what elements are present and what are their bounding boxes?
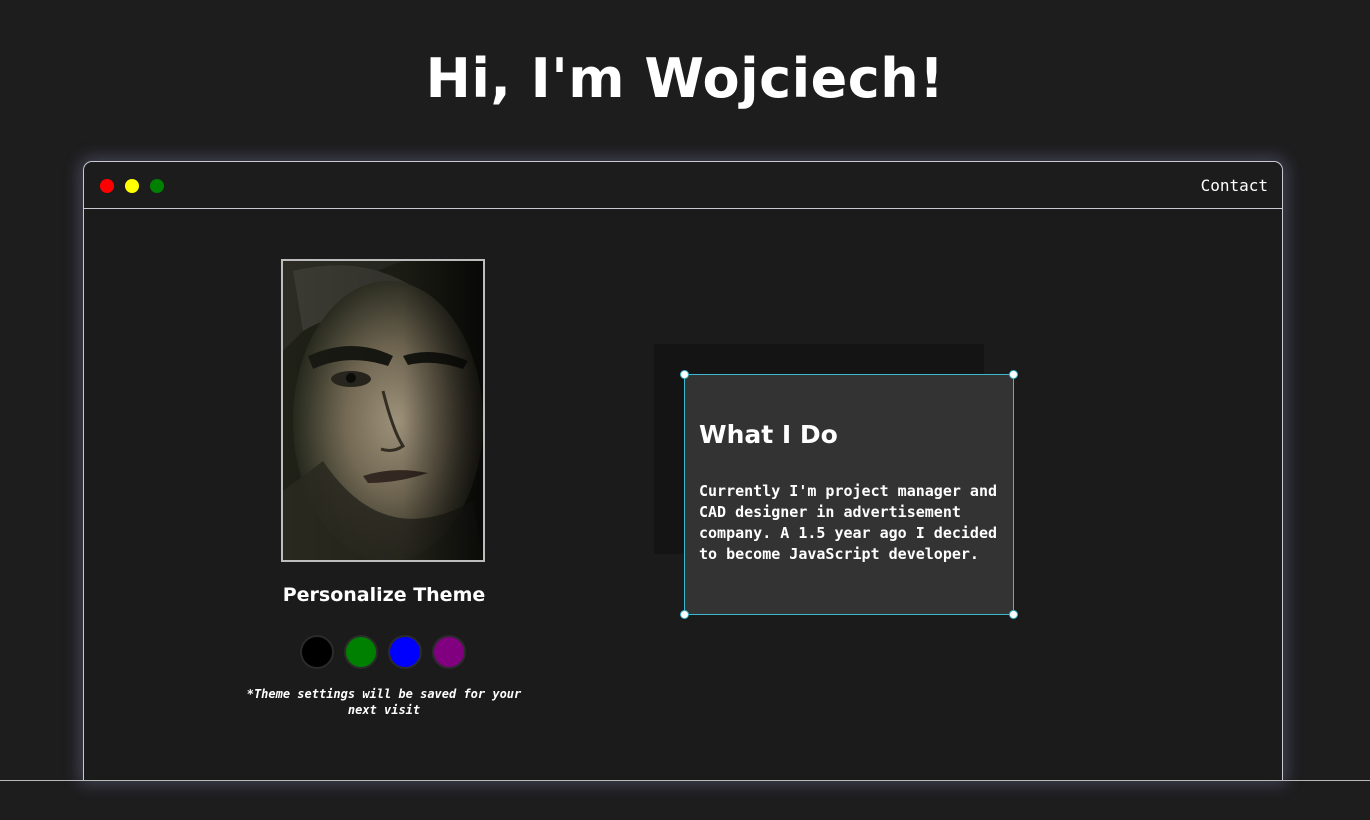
- theme-swatch-green[interactable]: [344, 635, 378, 669]
- theme-note: *Theme settings will be saved for your n…: [246, 687, 522, 717]
- theme-swatch-blue[interactable]: [388, 635, 422, 669]
- resize-handle-bottom-right[interactable]: [1009, 610, 1018, 619]
- what-i-do-card[interactable]: What I Do Currently I'm project manager …: [680, 370, 1018, 619]
- card-text: Currently I'm project manager and CAD de…: [699, 482, 998, 563]
- browser-window: Contact Personalize Theme *Theme setting…: [83, 161, 1283, 780]
- hero-title: Hi, I'm Wojciech!: [425, 47, 945, 110]
- maximize-dot[interactable]: [150, 179, 164, 193]
- resize-handle-top-left[interactable]: [680, 370, 689, 379]
- resize-handle-top-right[interactable]: [1009, 370, 1018, 379]
- contact-link[interactable]: Contact: [1201, 175, 1268, 197]
- minimize-dot[interactable]: [125, 179, 139, 193]
- theme-swatch-black[interactable]: [300, 635, 334, 669]
- bottom-divider: [0, 780, 1370, 781]
- personalize-theme-title: Personalize Theme: [282, 584, 486, 606]
- card-title: What I Do: [699, 420, 838, 449]
- page: Hi, I'm Wojciech! Contact Personalize Th…: [0, 0, 1370, 820]
- close-dot[interactable]: [100, 179, 114, 193]
- window-title-bar: Contact: [84, 162, 1282, 209]
- theme-swatch-purple[interactable]: [432, 635, 466, 669]
- profile-photo: [281, 259, 485, 562]
- resize-handle-bottom-left[interactable]: [680, 610, 689, 619]
- portrait-image: [283, 261, 483, 560]
